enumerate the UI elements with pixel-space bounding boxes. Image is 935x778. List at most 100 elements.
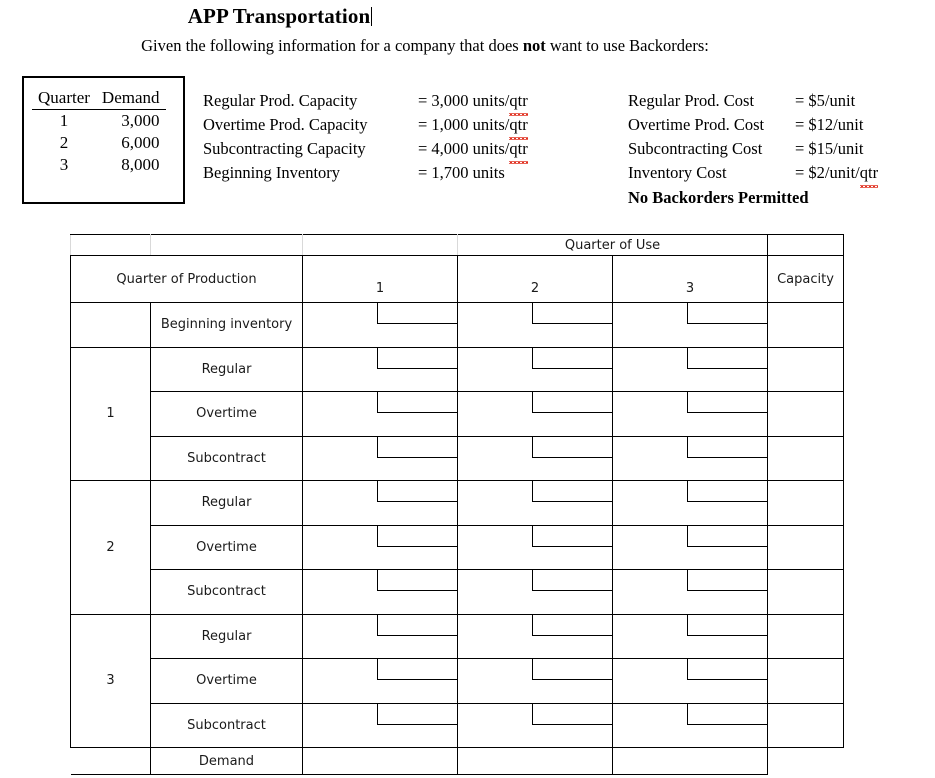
cost-box[interactable] [532,303,612,324]
cost-box[interactable] [687,659,767,680]
cost-box[interactable] [532,436,612,458]
cost-box[interactable] [687,614,767,636]
tableau-banner-row: Quarter of Use [70,234,844,256]
cell-capacity-q2-overtime[interactable] [767,524,844,570]
cell-q1-regular-q3[interactable] [612,346,768,392]
cell-capacity-q1-overtime[interactable] [767,391,844,437]
row-label-q1-overtime: Overtime [150,391,303,437]
cell-q1-subcontract-q3[interactable] [612,435,768,481]
cell-q3-subcontract-q1[interactable] [302,702,458,748]
row-label-q3-overtime: Overtime [150,658,303,704]
cost-box[interactable] [687,703,767,725]
cell-q3-overtime-q1[interactable] [302,658,458,704]
demand-value-2: 6,000 [121,133,160,152]
cost-box[interactable] [377,525,457,547]
row-label-q3-regular: Regular [150,613,303,659]
capacity-value-subcontracting: = 4,000 units/qtr [418,137,529,164]
cell-capacity-beginning-inventory[interactable] [767,302,844,348]
demand-header-quarter: Quarter [32,88,96,110]
capacity-value-regular: = 3,000 units/qtr [418,89,529,116]
cost-box[interactable] [687,303,767,324]
cell-q1-regular-q2[interactable] [457,346,613,392]
cost-box[interactable] [377,570,457,591]
cell-demand-q1[interactable] [302,747,458,775]
cell-q3-regular-q2[interactable] [457,613,613,659]
cost-box[interactable] [532,525,612,547]
cell-q2-subcontract-q3[interactable] [612,569,768,615]
table-row: 1 3,000 [32,110,166,133]
cell-q1-overtime-q2[interactable] [457,391,613,437]
cell-q3-regular-q1[interactable] [302,613,458,659]
spellcheck-word: qtr [509,113,529,140]
cost-info-block: Regular Prod. Cost = $5/unit Overtime Pr… [628,89,879,210]
cell-q1-regular-q1[interactable] [302,346,458,392]
cell-capacity-q3-subcontract[interactable] [767,702,844,748]
header-capacity: Capacity [767,255,844,303]
cost-box[interactable] [532,481,612,502]
cost-box[interactable] [532,614,612,636]
cell-q2-overtime-q1[interactable] [302,524,458,570]
cell-q2-overtime-q2[interactable] [457,524,613,570]
cell-q2-overtime-q3[interactable] [612,524,768,570]
cell-beginning-inventory-q3[interactable] [612,302,768,348]
cell-q2-subcontract-q1[interactable] [302,569,458,615]
cell-capacity-q2-subcontract[interactable] [767,569,844,615]
cell-q2-regular-q2[interactable] [457,480,613,526]
cell-q2-regular-q1[interactable] [302,480,458,526]
cell-capacity-q3-regular[interactable] [767,613,844,659]
row-label-q2-regular: Regular [150,480,303,526]
cell-q3-regular-q3[interactable] [612,613,768,659]
cell-capacity-q1-regular[interactable] [767,346,844,392]
cost-box[interactable] [377,614,457,636]
cost-box[interactable] [532,347,612,369]
row-label-q1-subcontract: Subcontract [150,435,303,481]
cell-q3-overtime-q2[interactable] [457,658,613,704]
cost-box[interactable] [687,525,767,547]
cost-box[interactable] [687,436,767,458]
demand-value-1: 3,000 [121,111,160,130]
cell-q3-subcontract-q3[interactable] [612,702,768,748]
cell-q3-overtime-q3[interactable] [612,658,768,704]
cost-value-overtime: = $12/unit [795,115,864,134]
cost-box[interactable] [377,703,457,725]
cell-capacity-q2-regular[interactable] [767,480,844,526]
cost-box[interactable] [377,436,457,458]
cell-q1-subcontract-q1[interactable] [302,435,458,481]
subtitle-part-after: want to use Backorders: [545,36,709,55]
cell-q2-regular-q3[interactable] [612,480,768,526]
cost-box[interactable] [532,659,612,680]
cost-box[interactable] [532,703,612,725]
cost-box[interactable] [377,347,457,369]
cost-box[interactable] [377,659,457,680]
demand-table: Quarter Demand 1 3,000 2 6,000 3 8,000 [32,88,166,176]
cost-value-inventory-text: = $2/unit/ [795,163,860,182]
cell-beginning-inventory-q2[interactable] [457,302,613,348]
cell-capacity-q1-subcontract[interactable] [767,435,844,481]
tableau-demand-row: Demand [70,747,844,775]
cell-q2-subcontract-q2[interactable] [457,569,613,615]
cost-box[interactable] [687,347,767,369]
banner-spacer-mid [150,234,303,256]
header-quarter-of-use: Quarter of Use [457,234,768,256]
cell-q3-subcontract-q2[interactable] [457,702,613,748]
cell-demand-q2[interactable] [457,747,613,775]
cell-capacity-q3-overtime[interactable] [767,658,844,704]
cost-label-overtime: Overtime Prod. Cost [628,115,765,134]
cost-box[interactable] [377,303,457,324]
cell-q1-overtime-q1[interactable] [302,391,458,437]
capacity-info-row: Regular Prod. Capacity = 3,000 units/qtr [203,89,529,116]
cell-q1-subcontract-q2[interactable] [457,435,613,481]
cost-box[interactable] [687,570,767,591]
cost-box[interactable] [532,392,612,413]
cost-box[interactable] [532,570,612,591]
capacity-info-row: Subcontracting Capacity = 4,000 units/qt… [203,137,529,164]
cell-demand-q3[interactable] [612,747,768,775]
cost-box[interactable] [687,392,767,413]
cost-box[interactable] [687,481,767,502]
cost-box[interactable] [377,481,457,502]
cell-q1-overtime-q3[interactable] [612,391,768,437]
cost-box[interactable] [377,392,457,413]
cell-beginning-inventory-q1[interactable] [302,302,458,348]
header-use-column-3: 3 [612,255,768,303]
row-label-q3-subcontract: Subcontract [150,702,303,748]
